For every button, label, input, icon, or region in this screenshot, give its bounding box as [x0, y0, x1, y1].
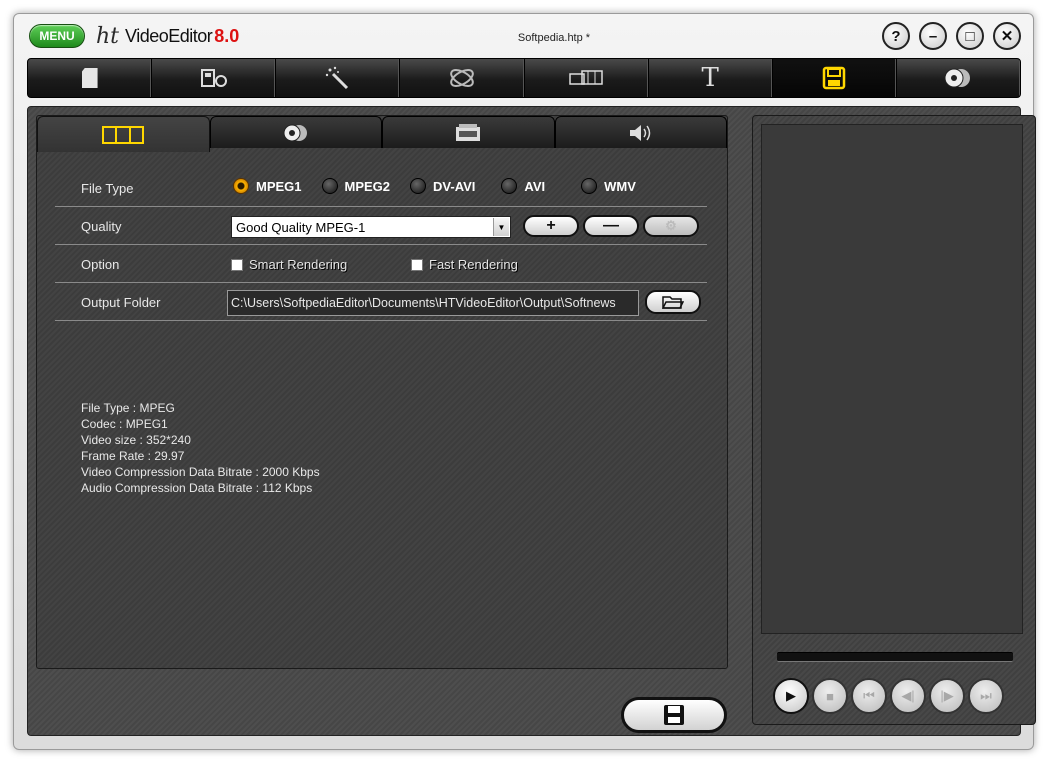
output-folder-input[interactable]: C:\Users\SoftpediaEditor\Documents\HTVid… — [227, 290, 639, 316]
playback-controls: ▶ ■ ⏮ ◀| |▶ ⏭ — [773, 678, 1004, 714]
window-controls: ? – □ ✕ — [882, 22, 1021, 50]
file-type-label: File Type — [81, 181, 134, 196]
document-title: Softpedia.htp * — [517, 32, 591, 44]
radio-indicator — [410, 178, 427, 194]
logo-mark: ht — [96, 23, 120, 49]
info-line: Codec : MPEG1 — [81, 417, 168, 431]
info-line: Audio Compression Data Bitrate : 112 Kbp… — [81, 481, 313, 495]
text-icon: T — [701, 63, 719, 93]
step-back-button[interactable]: ◀| — [890, 678, 926, 714]
magic-wand-icon — [325, 66, 348, 90]
option-label: Option — [81, 257, 120, 272]
output-folder-row: Output Folder C:\Users\SoftpediaEditor\D… — [55, 283, 707, 321]
save-video-button[interactable] — [621, 697, 727, 733]
new-document-icon — [81, 68, 98, 88]
info-line: File Type : MPEG — [81, 401, 175, 415]
go-start-button[interactable]: ⏮ — [851, 678, 887, 714]
file-type-row: File Type MPEG1 MPEG2 DV-AVI AVI WMV — [55, 169, 707, 207]
capture-icon — [200, 69, 227, 87]
step-forward-button[interactable]: |▶ — [929, 678, 965, 714]
close-button[interactable]: ✕ — [993, 22, 1021, 50]
radio-indicator — [321, 178, 338, 194]
tool-magic[interactable] — [276, 59, 401, 97]
radio-indicator — [233, 178, 249, 194]
tool-filmstrip[interactable] — [525, 59, 649, 97]
radio-label: AVI — [524, 178, 546, 194]
tab-disc[interactable] — [209, 116, 382, 148]
app-logo: ht VideoEditor 8.0 — [96, 22, 239, 50]
radio-label: MPEG1 — [256, 178, 302, 194]
preset-settings-button[interactable]: ⚙ — [643, 215, 699, 237]
export-tabs — [37, 116, 727, 152]
quality-select-value: Good Quality MPEG-1 — [236, 220, 366, 235]
info-line: Frame Rate : 29.97 — [81, 449, 185, 463]
radio-label: WMV — [604, 178, 636, 194]
stop-button[interactable]: ■ — [812, 678, 848, 714]
main-panel: File Type MPEG1 MPEG2 DV-AVI AVI WMV Qua… — [27, 106, 1036, 736]
video-tab-icon — [102, 125, 145, 144]
info-line: Video Compression Data Bitrate : 2000 Kb… — [81, 465, 320, 479]
radio-indicator — [501, 178, 518, 194]
tab-video-file[interactable] — [37, 116, 210, 152]
add-preset-button[interactable]: + — [523, 215, 579, 237]
go-end-button[interactable]: ⏭ — [968, 678, 1004, 714]
disc-tab-icon — [283, 124, 307, 141]
radio-label: DV-AVI — [433, 178, 476, 194]
preview-screen — [761, 124, 1023, 634]
radio-mpeg1[interactable]: MPEG1 — [233, 178, 302, 194]
fast-rendering-checkbox[interactable]: Fast Rendering — [411, 257, 518, 272]
app-name: VideoEditor — [125, 25, 213, 46]
radio-label: MPEG2 — [344, 178, 391, 194]
radio-mpeg2[interactable]: MPEG2 — [321, 178, 391, 194]
checkbox-box — [231, 258, 243, 271]
audio-tab-icon — [629, 124, 650, 141]
export-settings-panel: File Type MPEG1 MPEG2 DV-AVI AVI WMV Qua… — [36, 115, 728, 669]
effects-icon — [450, 69, 474, 87]
save-icon — [823, 66, 846, 90]
quality-row: Quality Good Quality MPEG-1 ▼ + — ⚙ — [55, 207, 707, 245]
tool-capture[interactable] — [152, 59, 277, 97]
info-line: Video size : 352*240 — [81, 433, 191, 447]
device-tab-icon — [456, 123, 481, 141]
save-icon — [664, 705, 684, 725]
tool-save[interactable] — [772, 59, 897, 97]
browse-folder-button[interactable] — [645, 290, 701, 314]
tab-device[interactable] — [382, 116, 555, 148]
tab-audio[interactable] — [554, 116, 727, 148]
radio-wmv[interactable]: WMV — [581, 178, 636, 194]
radio-avi[interactable]: AVI — [501, 178, 545, 194]
app-version: 8.0 — [214, 25, 240, 46]
quality-label: Quality — [81, 219, 122, 234]
chevron-down-icon[interactable]: ▼ — [493, 218, 509, 236]
quality-select[interactable]: Good Quality MPEG-1 ▼ — [231, 216, 511, 238]
checkbox-box — [411, 258, 423, 271]
file-type-radio-group: MPEG1 MPEG2 DV-AVI AVI WMV — [233, 178, 656, 194]
checkbox-label: Smart Rendering — [249, 257, 348, 272]
menu-button[interactable]: MENU — [29, 24, 85, 48]
minimize-button[interactable]: – — [919, 22, 947, 50]
radio-indicator — [581, 178, 598, 194]
remove-preset-button[interactable]: — — [583, 215, 639, 237]
smart-rendering-checkbox[interactable]: Smart Rendering — [231, 257, 347, 272]
folder-open-icon — [662, 296, 684, 309]
disc-burn-icon — [944, 68, 971, 88]
checkbox-label: Fast Rendering — [429, 257, 518, 272]
tool-effects[interactable] — [400, 59, 525, 97]
app-window: MENU ht VideoEditor 8.0 Softpedia.htp * … — [13, 13, 1036, 750]
help-button[interactable]: ? — [882, 22, 910, 50]
tool-text[interactable]: T — [649, 59, 773, 97]
radio-dv-avi[interactable]: DV-AVI — [410, 178, 475, 194]
output-folder-label: Output Folder — [81, 295, 161, 310]
maximize-button[interactable]: □ — [956, 22, 984, 50]
tool-disc[interactable] — [897, 59, 1020, 97]
playback-progress-bar[interactable] — [777, 652, 1013, 662]
option-row: Option Smart Rendering Fast Rendering — [55, 245, 707, 283]
format-info: File Type : MPEG Codec : MPEG1 Video siz… — [81, 400, 320, 496]
filmstrip-icon — [569, 70, 603, 85]
preview-panel: ▶ ■ ⏮ ◀| |▶ ⏭ — [752, 115, 1036, 725]
tool-new-document[interactable] — [28, 59, 153, 97]
main-toolbar: T — [27, 58, 1021, 98]
play-button[interactable]: ▶ — [773, 678, 809, 714]
